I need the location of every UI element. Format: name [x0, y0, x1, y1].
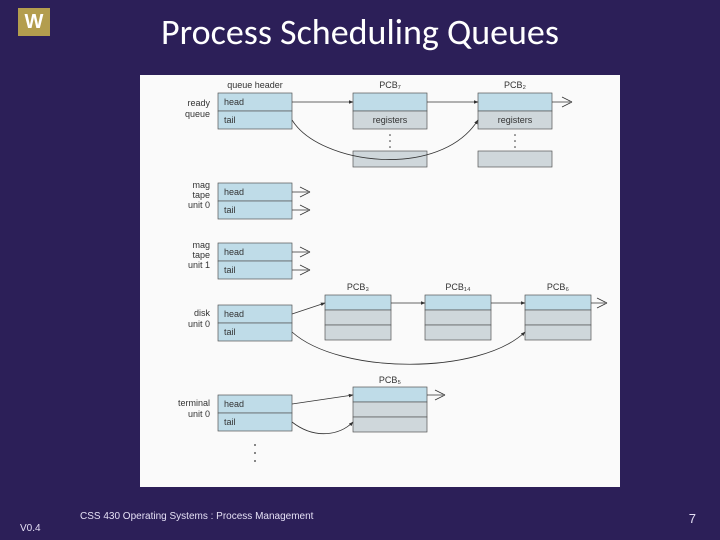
ready-tail: tail	[224, 115, 236, 125]
term-head: head	[224, 399, 244, 409]
q-label-disk-1: disk	[194, 308, 211, 318]
disk-head: head	[224, 309, 244, 319]
mag1-head: head	[224, 247, 244, 257]
q-label-mag1-2: tape	[192, 250, 210, 260]
footer-page-number: 7	[689, 511, 696, 526]
mag1-tail: tail	[224, 265, 236, 275]
q-label-mag0-3: unit 0	[188, 200, 210, 210]
slide-title: Process Scheduling Queues	[0, 10, 720, 54]
q-label-term-1: terminal	[178, 398, 210, 408]
pcb7-registers: registers	[373, 115, 408, 125]
footer-course: CSS 430 Operating Systems : Process Mana…	[80, 511, 313, 522]
term-tail: tail	[224, 417, 236, 427]
q-label-mag1-1: mag	[192, 240, 210, 250]
col-header-pcb2: PCB₂	[504, 80, 527, 90]
lbl-pcb5: PCB₅	[379, 375, 402, 385]
mag0-head: head	[224, 187, 244, 197]
lbl-pcb6: PCB₆	[547, 282, 570, 292]
q-label-mag1-3: unit 1	[188, 260, 210, 270]
col-header-queue: queue header	[227, 80, 283, 90]
q-label-ready-2: queue	[185, 109, 210, 119]
q-label-term-2: unit 0	[188, 409, 210, 419]
queue-diagram: queue header PCB₇ PCB₂ ready queue head …	[140, 75, 620, 487]
mag0-tail: tail	[224, 205, 236, 215]
ready-head: head	[224, 97, 244, 107]
q-label-ready-1: ready	[187, 98, 210, 108]
q-label-mag0-2: tape	[192, 190, 210, 200]
col-header-pcb7: PCB₇	[379, 80, 401, 90]
footer-version: V0.4	[20, 523, 41, 534]
lbl-pcb14: PCB₁₄	[445, 282, 471, 292]
pcb2-registers: registers	[498, 115, 533, 125]
lbl-pcb3: PCB₃	[347, 282, 370, 292]
disk-tail: tail	[224, 327, 236, 337]
q-label-disk-2: unit 0	[188, 319, 210, 329]
q-label-mag0-1: mag	[192, 180, 210, 190]
